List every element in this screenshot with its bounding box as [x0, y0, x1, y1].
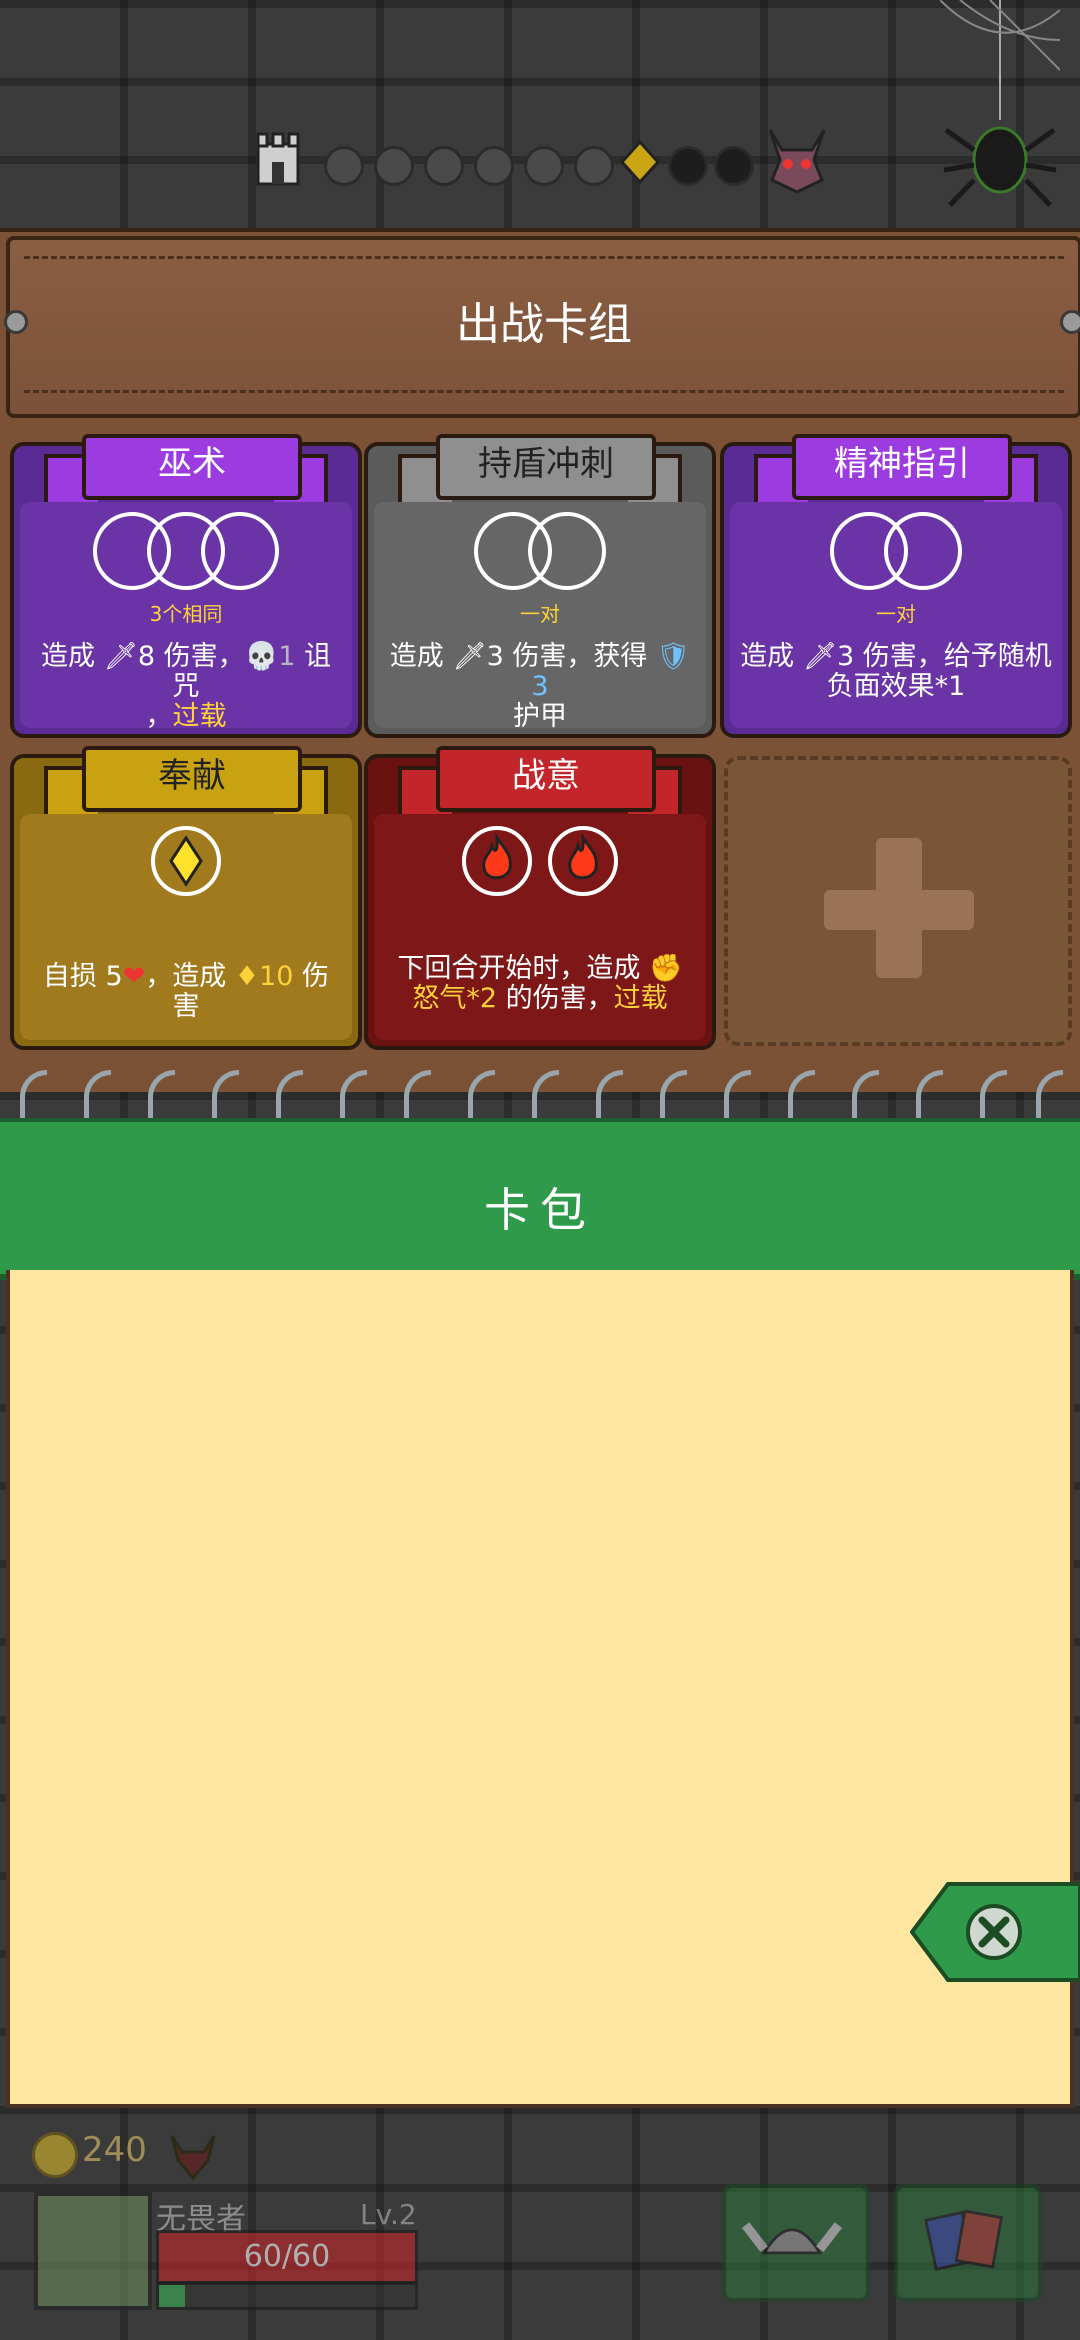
card-description: 造成 🗡3 伤害，获得 🛡3 护甲: [389, 641, 691, 732]
card-description: 造成 🗡3 伤害，给予随机负面效果*1: [740, 641, 1052, 702]
cards-icon: [924, 2209, 1004, 2271]
spider-icon: [940, 0, 1060, 207]
player-hud: 240 无畏者 Lv.2 60/60: [0, 2110, 1080, 2340]
dice-slots: [374, 512, 706, 590]
xp-bar: [156, 2282, 418, 2310]
card-requirement: 一对: [876, 602, 916, 626]
card-witchcraft[interactable]: 巫术 3个相同 造成 🗡8 伤害，💀1 诅咒 ，过载: [10, 434, 362, 738]
card-pack-title: 卡包: [484, 1183, 596, 1237]
card-name: 精神指引: [792, 434, 1012, 500]
card-description: 下回合开始时，造成 ✊怒气*2 的伤害，过载: [397, 953, 683, 1014]
map-node: [668, 146, 708, 186]
deck-title: 出战卡组: [456, 299, 632, 350]
card-description: 造成 🗡8 伤害，💀1 诅咒 ，过载: [40, 641, 332, 732]
fire-icon[interactable]: [460, 824, 534, 898]
dice-slots: [20, 824, 352, 900]
card-name: 巫术: [82, 434, 302, 500]
close-button[interactable]: [910, 1880, 1080, 1984]
hero-level: Lv.2: [360, 2198, 417, 2231]
card-pack-header: 卡包: [0, 1118, 1080, 1280]
card-requirement: 3个相同: [149, 602, 223, 626]
map-node: [524, 146, 564, 186]
card-name: 战意: [436, 746, 656, 812]
card-shield-charge[interactable]: 持盾冲刺 一对 造成 🗡3 伤害，获得 🛡3 护甲: [364, 434, 716, 738]
dice-slots: [374, 824, 706, 900]
dice-slot[interactable]: [201, 512, 279, 590]
avatar[interactable]: [34, 2192, 152, 2310]
map-node: [424, 146, 464, 186]
hp-bar: 60/60: [156, 2230, 418, 2284]
boss-icon: [768, 129, 826, 194]
map-node: [324, 146, 364, 186]
map-node: [474, 146, 514, 186]
map-progress: [250, 120, 826, 200]
map-node: [714, 146, 754, 186]
map-node: [574, 146, 614, 186]
dice-slots: [730, 512, 1062, 590]
close-icon: [966, 1904, 1022, 1960]
dice-slot[interactable]: [528, 512, 606, 590]
helmet-icon: [741, 2222, 843, 2255]
demon-icon: [170, 2135, 216, 2181]
card-name: 奉献: [82, 746, 302, 812]
castle-icon: [256, 132, 300, 186]
helmet-button[interactable]: [722, 2184, 870, 2302]
empty-card-slot[interactable]: [724, 756, 1072, 1046]
map-node: [374, 146, 414, 186]
card-description: 自损 5❤，造成 ♦10 伤害: [42, 961, 330, 1022]
card-name: 持盾冲刺: [436, 434, 656, 500]
fire-icon[interactable]: [546, 824, 620, 898]
card-fighting-spirit[interactable]: 战意 下回合开始时，造成 ✊怒气*2 的伤害，过载: [364, 746, 716, 1050]
coin-icon: [32, 2132, 78, 2178]
coin-count: 240: [82, 2130, 147, 2170]
card-spirit-guidance[interactable]: 精神指引 一对 造成 🗡3 伤害，给予随机负面效果*1: [720, 434, 1072, 738]
current-node-diamond-icon: [620, 140, 660, 184]
hp-text: 60/60: [243, 2239, 331, 2274]
xp-fill: [159, 2285, 185, 2307]
cards-button[interactable]: [894, 2184, 1042, 2302]
card-devotion[interactable]: 奉献 自损 5❤，造成 ♦10 伤害: [10, 746, 362, 1050]
dice-slots: [20, 512, 352, 590]
diamond-icon[interactable]: [149, 824, 223, 898]
deck-title-plank: 出战卡组: [4, 236, 1080, 418]
dice-slot[interactable]: [884, 512, 962, 590]
card-requirement: 一对: [520, 602, 560, 626]
